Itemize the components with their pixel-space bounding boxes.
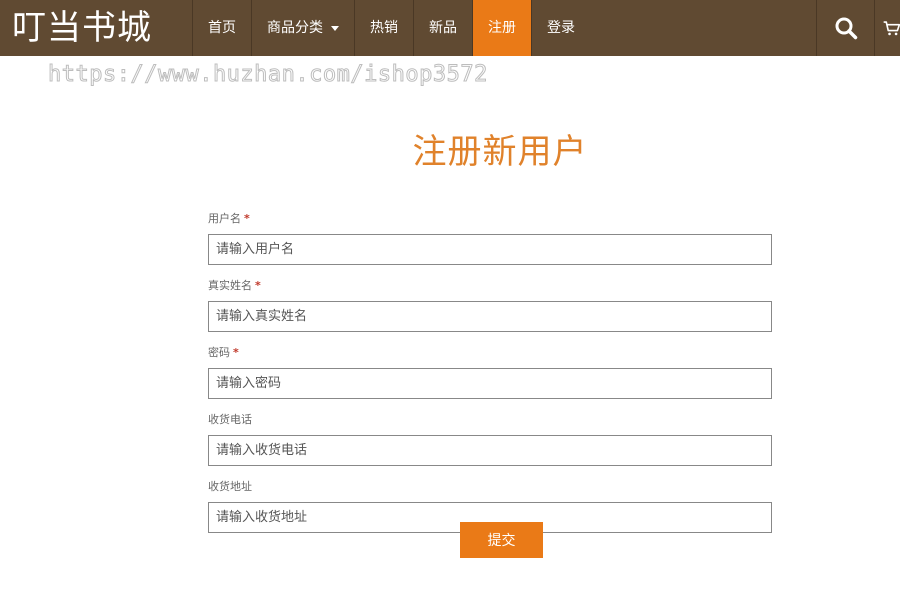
phone-label: 收货电话 — [208, 413, 772, 427]
search-button[interactable] — [816, 0, 874, 56]
main-nav: 首页 商品分类 热销 新品 注册 登录 — [192, 0, 590, 56]
nav-categories-label: 商品分类 — [267, 20, 323, 36]
phone-label-text: 收货电话 — [208, 413, 252, 426]
password-input[interactable] — [208, 368, 772, 399]
nav-login[interactable]: 登录 — [532, 0, 590, 56]
nav-categories-dropdown[interactable]: 商品分类 — [252, 0, 355, 56]
register-form: 用户名* 真实姓名* 密码* 收货电话 收货地址 — [208, 212, 772, 547]
nav-new-label: 新品 — [429, 20, 457, 36]
nav-new[interactable]: 新品 — [414, 0, 473, 56]
nav-register[interactable]: 注册 — [473, 0, 532, 56]
nav-register-label: 注册 — [488, 20, 516, 36]
address-label-text: 收货地址 — [208, 480, 252, 493]
nav-login-label: 登录 — [547, 20, 575, 36]
nav-hot[interactable]: 热销 — [355, 0, 414, 56]
phone-input[interactable] — [208, 435, 772, 466]
submit-button[interactable]: 提交 — [460, 522, 543, 558]
password-label: 密码 * — [208, 346, 772, 360]
required-mark: * — [244, 212, 250, 225]
site-logo[interactable]: 叮当书城 — [0, 0, 192, 56]
nav-home[interactable]: 首页 — [193, 0, 252, 56]
password-label-text: 密码 — [208, 346, 230, 359]
header-actions — [816, 0, 900, 56]
username-input[interactable] — [208, 234, 772, 265]
realname-label: 真实姓名 * — [208, 279, 772, 293]
watermark-url: https://www.huzhan.com/ishop3572 — [48, 62, 488, 88]
required-mark: * — [233, 346, 239, 359]
caret-down-icon — [331, 25, 339, 31]
nav-hot-label: 热销 — [370, 20, 398, 36]
cart-button[interactable] — [874, 0, 900, 56]
realname-label-text: 真实姓名 — [208, 279, 252, 292]
search-icon — [835, 17, 857, 40]
address-label: 收货地址 — [208, 480, 772, 494]
username-label: 用户名 * — [208, 212, 772, 226]
realname-input[interactable] — [208, 301, 772, 332]
top-navbar: 叮当书城 首页 商品分类 热销 新品 注册 登录 — [0, 0, 900, 56]
cart-icon — [883, 21, 900, 36]
page-title: 注册新用户 — [412, 132, 588, 172]
nav-home-label: 首页 — [208, 20, 236, 36]
username-label-text: 用户名 — [208, 212, 241, 225]
required-mark: * — [255, 279, 261, 292]
